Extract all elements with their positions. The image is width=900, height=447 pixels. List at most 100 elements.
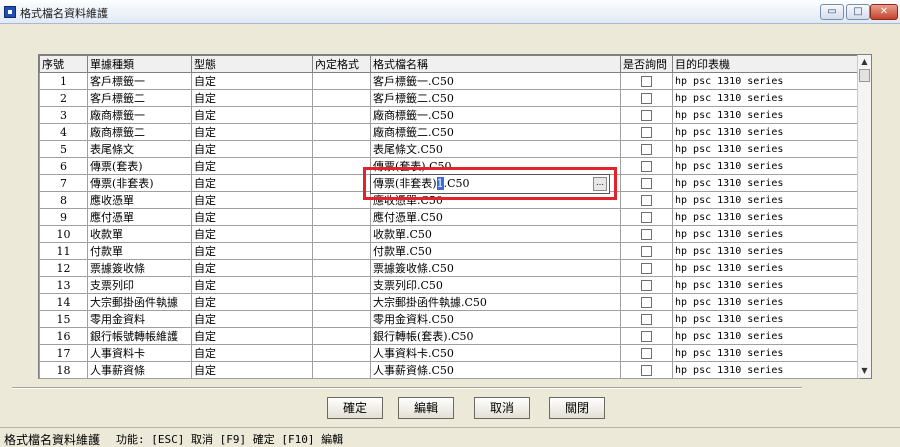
default-format[interactable] bbox=[312, 361, 371, 379]
default-format[interactable] bbox=[312, 191, 371, 209]
default-format[interactable] bbox=[312, 89, 371, 107]
ask-checkbox[interactable] bbox=[620, 123, 673, 141]
format-type[interactable]: 自定 bbox=[191, 140, 313, 158]
document-type[interactable]: 收款單 bbox=[87, 225, 192, 243]
checkbox-icon[interactable] bbox=[641, 195, 652, 206]
scroll-thumb[interactable] bbox=[859, 69, 870, 82]
default-format[interactable] bbox=[312, 208, 371, 226]
table-row[interactable]: 11 付款單 自定 付款單.C50 hp psc 1310 series bbox=[39, 242, 860, 260]
close-window-button[interactable]: ✕ bbox=[870, 4, 898, 20]
table-row[interactable]: 9 應付憑單 自定 應付憑單.C50 hp psc 1310 series bbox=[39, 208, 860, 226]
document-type[interactable]: 人事薪資條 bbox=[87, 361, 192, 379]
checkbox-icon[interactable] bbox=[641, 229, 652, 240]
document-type[interactable]: 傳票(套表) bbox=[87, 157, 192, 175]
row-number[interactable]: 8 bbox=[39, 191, 88, 209]
row-number[interactable]: 3 bbox=[39, 106, 88, 124]
target-printer[interactable]: hp psc 1310 series bbox=[672, 259, 860, 277]
scroll-up-icon[interactable]: ▲ bbox=[858, 55, 871, 69]
format-type[interactable]: 自定 bbox=[191, 361, 313, 379]
document-type[interactable]: 支票列印 bbox=[87, 276, 192, 294]
table-row[interactable]: 4 廠商標籤二 自定 廠商標籤二.C50 hp psc 1310 series bbox=[39, 123, 860, 141]
row-number[interactable]: 7 bbox=[39, 174, 88, 192]
format-filename[interactable]: 客戶標籤二.C50 bbox=[370, 89, 621, 107]
default-format[interactable] bbox=[312, 140, 371, 158]
target-printer[interactable]: hp psc 1310 series bbox=[672, 276, 860, 294]
document-type[interactable]: 廠商標籤二 bbox=[87, 123, 192, 141]
scroll-down-icon[interactable]: ▼ bbox=[858, 364, 871, 378]
checkbox-icon[interactable] bbox=[641, 365, 652, 376]
column-header[interactable]: 單據種類 bbox=[87, 55, 192, 73]
default-format[interactable] bbox=[312, 310, 371, 328]
ask-checkbox[interactable] bbox=[620, 310, 673, 328]
row-number[interactable]: 11 bbox=[39, 242, 88, 260]
confirm-button[interactable]: 確定 bbox=[327, 397, 383, 419]
target-printer[interactable]: hp psc 1310 series bbox=[672, 89, 860, 107]
format-filename[interactable]: 票據簽收條.C50 bbox=[370, 259, 621, 277]
ask-checkbox[interactable] bbox=[620, 157, 673, 175]
target-printer[interactable]: hp psc 1310 series bbox=[672, 225, 860, 243]
row-number[interactable]: 17 bbox=[39, 344, 88, 362]
format-filename[interactable]: 廠商標籤二.C50 bbox=[370, 123, 621, 141]
ask-checkbox[interactable] bbox=[620, 242, 673, 260]
table-row[interactable]: 14 大宗郵掛函件執據 自定 大宗郵掛函件執據.C50 hp psc 1310 seri… bbox=[39, 293, 860, 311]
checkbox-icon[interactable] bbox=[641, 161, 652, 172]
row-number[interactable]: 4 bbox=[39, 123, 88, 141]
target-printer[interactable]: hp psc 1310 series bbox=[672, 72, 860, 90]
target-printer[interactable]: hp psc 1310 series bbox=[672, 191, 860, 209]
default-format[interactable] bbox=[312, 123, 371, 141]
default-format[interactable] bbox=[312, 344, 371, 362]
default-format[interactable] bbox=[312, 293, 371, 311]
target-printer[interactable]: hp psc 1310 series bbox=[672, 174, 860, 192]
format-type[interactable]: 自定 bbox=[191, 89, 313, 107]
target-printer[interactable]: hp psc 1310 series bbox=[672, 106, 860, 124]
document-type[interactable]: 人事資料卡 bbox=[87, 344, 192, 362]
format-filename[interactable]: 大宗郵掛函件執據.C50 bbox=[370, 293, 621, 311]
target-printer[interactable]: hp psc 1310 series bbox=[672, 310, 860, 328]
format-filename[interactable]: 支票列印.C50 bbox=[370, 276, 621, 294]
target-printer[interactable]: hp psc 1310 series bbox=[672, 157, 860, 175]
vertical-scrollbar[interactable]: ▲ ▼ bbox=[857, 55, 871, 378]
column-header[interactable]: 序號 bbox=[39, 55, 88, 73]
format-filename[interactable]: 人事資料卡.C50 bbox=[370, 344, 621, 362]
row-number[interactable]: 1 bbox=[39, 72, 88, 90]
checkbox-icon[interactable] bbox=[641, 297, 652, 308]
default-format[interactable] bbox=[312, 72, 371, 90]
format-type[interactable]: 自定 bbox=[191, 72, 313, 90]
format-type[interactable]: 自定 bbox=[191, 123, 313, 141]
column-header[interactable]: 目的印表機 bbox=[672, 55, 860, 73]
format-type[interactable]: 自定 bbox=[191, 225, 313, 243]
checkbox-icon[interactable] bbox=[641, 178, 652, 189]
ask-checkbox[interactable] bbox=[620, 208, 673, 226]
minimize-button[interactable]: ▭ bbox=[820, 4, 844, 20]
checkbox-icon[interactable] bbox=[641, 280, 652, 291]
format-type[interactable]: 自定 bbox=[191, 344, 313, 362]
format-type[interactable]: 自定 bbox=[191, 259, 313, 277]
checkbox-icon[interactable] bbox=[641, 348, 652, 359]
format-type[interactable]: 自定 bbox=[191, 276, 313, 294]
format-filename[interactable]: 零用金資料.C50 bbox=[370, 310, 621, 328]
default-format[interactable] bbox=[312, 327, 371, 345]
checkbox-icon[interactable] bbox=[641, 93, 652, 104]
checkbox-icon[interactable] bbox=[641, 331, 652, 342]
format-filename[interactable]: 人事薪資條.C50 bbox=[370, 361, 621, 379]
default-format[interactable] bbox=[312, 157, 371, 175]
checkbox-icon[interactable] bbox=[641, 314, 652, 325]
column-header[interactable]: 型態 bbox=[191, 55, 313, 73]
row-number[interactable]: 14 bbox=[39, 293, 88, 311]
row-number[interactable]: 5 bbox=[39, 140, 88, 158]
format-filename[interactable]: 客戶標籤一.C50 bbox=[370, 72, 621, 90]
row-number[interactable]: 10 bbox=[39, 225, 88, 243]
target-printer[interactable]: hp psc 1310 series bbox=[672, 293, 860, 311]
checkbox-icon[interactable] bbox=[641, 144, 652, 155]
default-format[interactable] bbox=[312, 259, 371, 277]
checkbox-icon[interactable] bbox=[641, 110, 652, 121]
close-button[interactable]: 關閉 bbox=[549, 397, 605, 419]
target-printer[interactable]: hp psc 1310 series bbox=[672, 140, 860, 158]
column-header[interactable]: 格式檔名稱 bbox=[370, 55, 621, 73]
ask-checkbox[interactable] bbox=[620, 361, 673, 379]
document-type[interactable]: 客戶標籤一 bbox=[87, 72, 192, 90]
format-filename[interactable]: 收款單.C50 bbox=[370, 225, 621, 243]
format-filename[interactable]: 表尾條文.C50 bbox=[370, 140, 621, 158]
ask-checkbox[interactable] bbox=[620, 276, 673, 294]
document-type[interactable]: 大宗郵掛函件執據 bbox=[87, 293, 192, 311]
